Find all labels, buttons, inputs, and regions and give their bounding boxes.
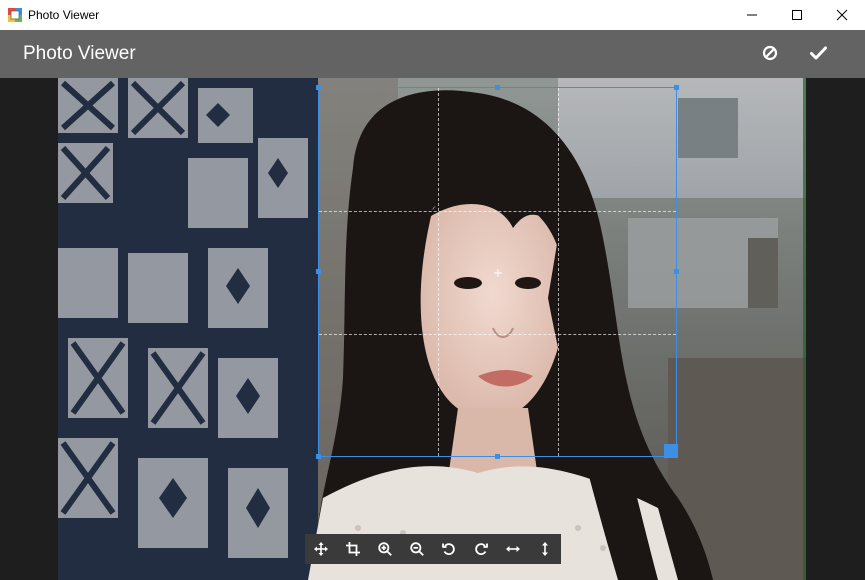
rotate-left-button[interactable]: [433, 534, 465, 564]
crop-handle-nw[interactable]: [316, 85, 321, 90]
app-header: Photo Viewer: [0, 30, 865, 78]
move-icon: [314, 542, 328, 556]
window-title: Photo Viewer: [28, 8, 100, 22]
ban-icon: [762, 45, 778, 66]
rotate-left-icon: [442, 542, 456, 556]
crop-guide-line: [319, 334, 676, 335]
crop-handle-w[interactable]: [316, 269, 321, 274]
crop-handle-s[interactable]: [495, 454, 500, 459]
flip-vertical-button[interactable]: [529, 534, 561, 564]
zoom-out-icon: [410, 542, 424, 556]
crop-handle-ne[interactable]: [674, 85, 679, 90]
rotate-right-button[interactable]: [465, 534, 497, 564]
photo-canvas[interactable]: [58, 78, 806, 580]
crop-handle-se[interactable]: [664, 444, 678, 458]
move-button[interactable]: [305, 534, 337, 564]
minimize-icon: [746, 9, 758, 21]
rotate-right-icon: [474, 542, 488, 556]
crop-handle-n[interactable]: [495, 85, 500, 90]
header-title: Photo Viewer: [23, 43, 136, 64]
confirm-button[interactable]: [803, 40, 833, 70]
zoom-out-button[interactable]: [401, 534, 433, 564]
edit-toolbar: [305, 534, 561, 564]
crop-guide-line: [558, 88, 559, 456]
minimize-button[interactable]: [729, 0, 775, 30]
zoom-in-button[interactable]: [369, 534, 401, 564]
crop-center-icon: [494, 269, 502, 277]
crop-guide-line: [438, 88, 439, 456]
image-stage: [0, 78, 865, 580]
crop-handle-sw[interactable]: [316, 454, 321, 459]
flip-vertical-icon: [538, 542, 552, 556]
flip-horizontal-button[interactable]: [497, 534, 529, 564]
crop-button[interactable]: [337, 534, 369, 564]
crop-handle-e[interactable]: [674, 269, 679, 274]
crop-frame[interactable]: [316, 85, 679, 459]
app-icon: [8, 8, 22, 22]
cancel-button[interactable]: [755, 40, 785, 70]
maximize-button[interactable]: [774, 0, 820, 30]
crop-icon: [346, 542, 360, 556]
window-titlebar: Photo Viewer: [0, 0, 865, 30]
close-icon: [836, 9, 848, 21]
close-button[interactable]: [819, 0, 865, 30]
flip-horizontal-icon: [506, 542, 520, 556]
crop-guide-line: [319, 211, 676, 212]
check-icon: [809, 46, 827, 65]
zoom-in-icon: [378, 542, 392, 556]
maximize-icon: [791, 9, 803, 21]
